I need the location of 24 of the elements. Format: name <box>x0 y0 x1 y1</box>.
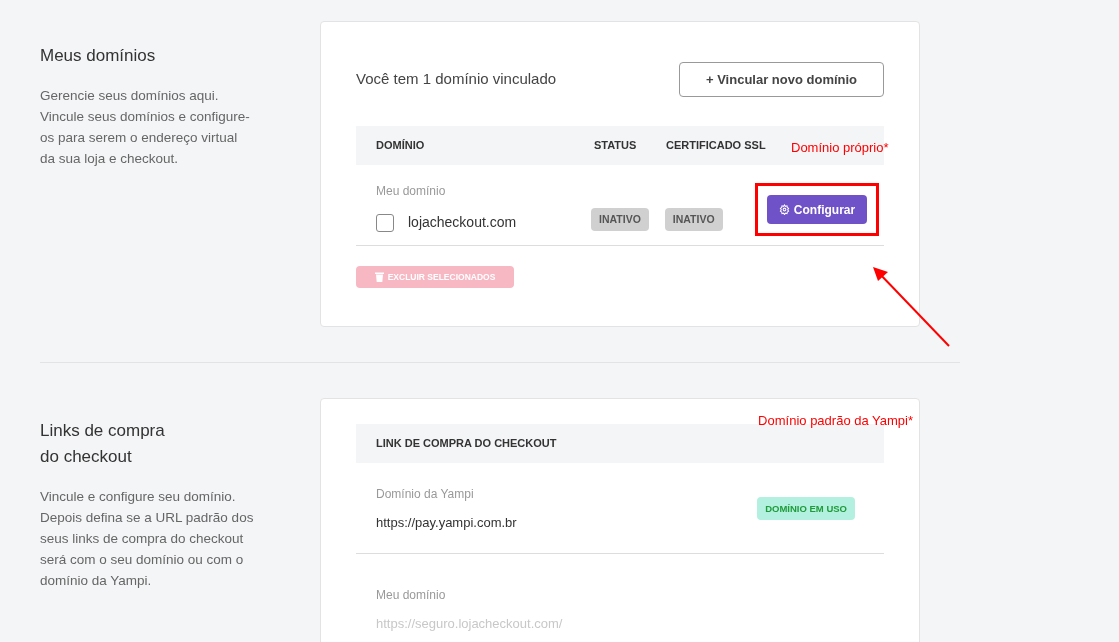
section-description: Vincule e configure seu domínio. Depois defina se a URL padrão dos seus links de compra do checkout será com o seu domínio ou com o domínio da Yampi. <box>40 488 255 590</box>
link-label: Domínio da Yampi <box>376 486 475 503</box>
trash-icon <box>374 272 384 282</box>
section-title: Meus domínios <box>40 45 157 67</box>
configure-button[interactable]: Configurar <box>767 195 867 224</box>
domain-name: lojacheckout.com <box>408 213 517 232</box>
ssl-badge: INATIVO <box>664 208 723 231</box>
domain-label: Meu domínio <box>376 183 447 200</box>
annotation-text: Domínio padrão da Yampi* <box>758 412 913 430</box>
annotation-text: Domínio próprio* <box>791 139 889 157</box>
column-header: DOMÍNIO <box>376 138 426 154</box>
checkbox[interactable] <box>376 213 394 232</box>
in-use-badge: DOMÍNIO EM USO <box>757 497 855 521</box>
section-description: Gerencie seus domínios aqui. Vincule seus domínios e configure- os para serem o endereço virtual da sua loja e checkout. <box>40 87 251 168</box>
link-url: https://pay.yampi.com.br <box>376 514 517 532</box>
settings-icon <box>778 204 790 215</box>
linked-count-text: Você tem 1 domínio vinculado <box>356 69 557 90</box>
column-header: LINK DE COMPRA DO CHECKOUT <box>376 436 557 452</box>
link-label: Meu domínio <box>376 586 447 604</box>
section-title: Links de compra do checkout <box>40 420 166 468</box>
column-header: STATUS <box>594 138 638 154</box>
status-badge: INATIVO <box>591 208 649 231</box>
add-domain-button[interactable]: + Vincular novo domínio <box>679 62 884 97</box>
column-header: CERTIFICADO SSL <box>666 138 766 154</box>
